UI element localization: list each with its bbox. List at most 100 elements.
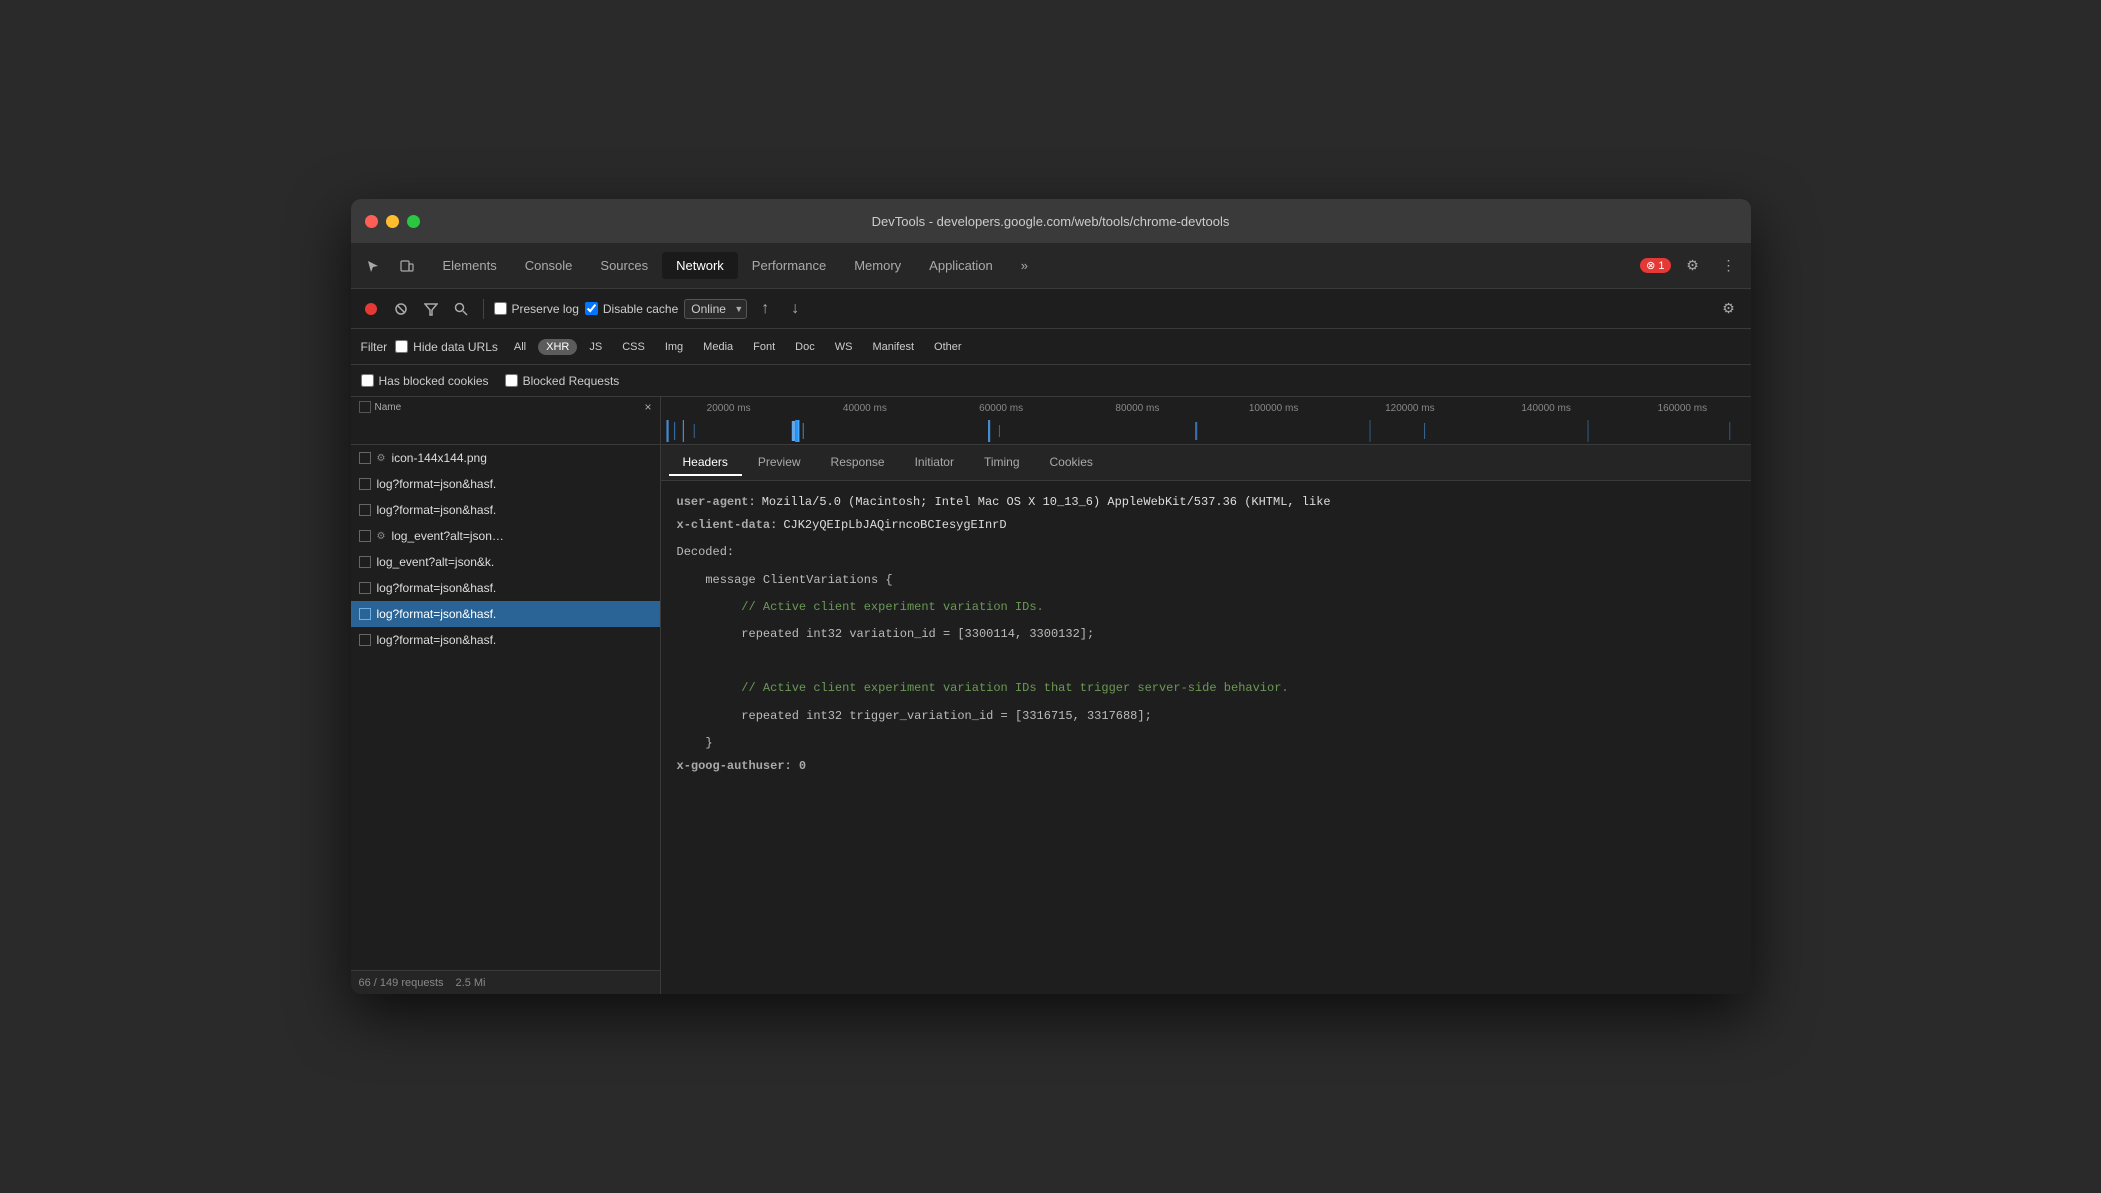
file-checkbox[interactable] [359,504,371,516]
file-checkbox[interactable] [359,556,371,568]
record-button[interactable] [359,297,383,321]
user-agent-key: user-agent: [677,493,756,512]
filter-tag-img[interactable]: Img [657,339,691,355]
filter-tag-other[interactable]: Other [926,339,970,355]
clear-button[interactable] [389,297,413,321]
file-checkbox[interactable] [359,530,371,542]
tab-sources[interactable]: Sources [586,252,662,279]
tab-application[interactable]: Application [915,252,1007,279]
file-checkbox[interactable] [359,452,371,464]
network-settings-icon[interactable]: ⚙ [1715,295,1743,323]
filter-tag-font[interactable]: Font [745,339,783,355]
file-checkbox[interactable] [359,582,371,594]
file-checkbox[interactable] [359,478,371,490]
filter-tag-media[interactable]: Media [695,339,741,355]
filter-tag-xhr[interactable]: XHR [538,339,577,355]
code-line-0: message ClientVariations { [677,567,1735,594]
file-item[interactable]: log_event?alt=json&k. [351,549,660,575]
filter-tag-ws[interactable]: WS [827,339,861,355]
timeline-label-3: 80000 ms [1069,403,1205,414]
throttle-select[interactable]: Online [684,299,747,319]
file-item[interactable]: log?format=json&hasf. [351,497,660,523]
file-name: log_event?alt=json&k. [377,555,495,569]
file-name: log?format=json&hasf. [377,581,497,595]
device-toolbar-icon[interactable] [393,252,421,280]
x-client-data-value: CJK2yQEIpLbJAQirncoBCIesygEInrD [783,516,1006,535]
hide-data-urls-checkbox[interactable] [395,340,408,353]
file-item[interactable]: log?format=json&hasf. [351,627,660,653]
tab-preview[interactable]: Preview [744,450,815,476]
import-har-icon[interactable]: ↑ [753,297,777,321]
timeline-left-spacer: Name × [351,397,661,444]
devtools-window: DevTools - developers.google.com/web/too… [351,199,1751,994]
header-goog-authuser: x-goog-authuser: 0 [677,757,1735,776]
timeline-label-4: 100000 ms [1206,403,1342,414]
timeline-label-0: 20000 ms [661,403,797,414]
network-toolbar: Preserve log Disable cache Online ▼ ↑ ↓ … [351,289,1751,329]
tab-elements[interactable]: Elements [429,252,511,279]
export-har-icon[interactable]: ↓ [783,297,807,321]
tab-headers[interactable]: Headers [669,450,742,476]
content-area: ⚙ icon-144x144.png log?format=json&hasf.… [351,445,1751,994]
details-panel: Headers Preview Response Initiator Timin… [661,445,1751,994]
file-item[interactable]: log?format=json&hasf. [351,471,660,497]
filter-tag-all[interactable]: All [506,339,534,355]
cursor-icon[interactable] [359,252,387,280]
error-count: 1 [1658,260,1664,272]
tab-cookies[interactable]: Cookies [1036,450,1107,476]
file-name: log?format=json&hasf. [377,503,497,517]
code-line-text-5: repeated int32 trigger_variation_id = [3… [734,709,1152,723]
file-item-selected[interactable]: log?format=json&hasf. [351,601,660,627]
file-item[interactable]: ⚙ log_event?alt=json… [351,523,660,549]
filter-icon[interactable] [419,297,443,321]
file-checkbox[interactable] [359,608,371,620]
timeline-label-6: 140000 ms [1478,403,1614,414]
file-item[interactable]: ⚙ icon-144x144.png [351,445,660,471]
decoded-label: Decoded: [677,545,735,559]
blocked-requests-label[interactable]: Blocked Requests [505,374,620,388]
tab-console[interactable]: Console [511,252,587,279]
hide-data-urls-text: Hide data URLs [413,340,498,354]
filter-tag-manifest[interactable]: Manifest [864,339,922,355]
search-icon[interactable] [449,297,473,321]
tab-response[interactable]: Response [817,450,899,476]
tab-memory[interactable]: Memory [840,252,915,279]
blocked-requests-checkbox[interactable] [505,374,518,387]
disable-cache-label[interactable]: Disable cache [585,302,678,316]
tab-timing[interactable]: Timing [970,450,1034,476]
file-item[interactable]: log?format=json&hasf. [351,575,660,601]
filter-tag-css[interactable]: CSS [614,339,653,355]
file-name: log?format=json&hasf. [377,477,497,491]
maximize-button[interactable] [407,215,420,228]
tab-more[interactable]: » [1007,252,1042,279]
more-options-icon[interactable]: ⋮ [1715,252,1743,280]
has-blocked-cookies-checkbox[interactable] [361,374,374,387]
header-user-agent: user-agent: Mozilla/5.0 (Macintosh; Inte… [677,493,1735,512]
code-line-6: } [677,730,1735,757]
code-comment-1: // Active client experiment variation ID… [734,600,1044,614]
tab-network[interactable]: Network [662,252,738,279]
file-name: log_event?alt=json… [391,529,503,543]
has-blocked-cookies-label[interactable]: Has blocked cookies [361,374,489,388]
code-line-2: repeated int32 variation_id = [3300114, … [677,621,1735,648]
tab-initiator[interactable]: Initiator [901,450,968,476]
hide-data-urls-label[interactable]: Hide data URLs [395,340,498,354]
code-line-4: // Active client experiment variation ID… [677,675,1735,702]
close-button[interactable] [365,215,378,228]
settings-icon[interactable]: ⚙ [1679,252,1707,280]
filter-tag-js[interactable]: JS [581,339,610,355]
main-tabs-bar: Elements Console Sources Network Perform… [351,243,1751,289]
filter-tag-doc[interactable]: Doc [787,339,823,355]
preserve-log-label[interactable]: Preserve log [494,302,579,316]
tab-performance[interactable]: Performance [738,252,840,279]
preserve-log-checkbox[interactable] [494,302,507,315]
error-badge[interactable]: ⊗ 1 [1640,258,1670,273]
settings-file-icon: ⚙ [377,453,386,464]
window-title: DevTools - developers.google.com/web/too… [872,214,1230,229]
minimize-button[interactable] [386,215,399,228]
files-list: ⚙ icon-144x144.png log?format=json&hasf.… [351,445,660,970]
filter-label: Filter [361,340,388,354]
request-count: 66 / 149 requests [359,977,444,989]
disable-cache-checkbox[interactable] [585,302,598,315]
file-checkbox[interactable] [359,634,371,646]
